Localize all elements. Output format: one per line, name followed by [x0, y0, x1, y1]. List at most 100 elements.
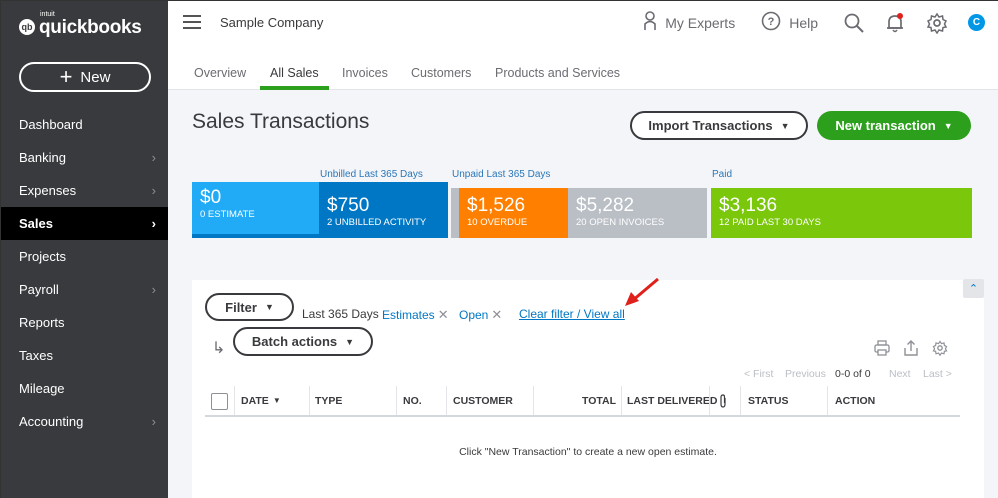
batch-actions-button[interactable]: Batch actions ▼ — [233, 327, 373, 356]
sidebar-item-accounting[interactable]: Accounting › — [1, 405, 168, 438]
filter-chip-label: Open — [459, 308, 489, 322]
pager-last[interactable]: Last > — [923, 368, 952, 380]
sidebar-item-label: Dashboard — [19, 117, 83, 132]
sidebar-item-expenses[interactable]: Expenses › — [1, 174, 168, 207]
new-button-label: New — [80, 68, 111, 86]
open-invoices-label: 20 OPEN INVOICES — [576, 216, 665, 228]
column-last-delivered[interactable]: LAST DELIVERED — [627, 386, 717, 415]
caret-down-icon: ▼ — [264, 302, 274, 312]
unbilled-tile[interactable]: $750 2 UNBILLED ACTIVITY — [319, 182, 448, 238]
overdue-tile[interactable]: $1,526 10 OVERDUE — [459, 188, 568, 238]
page-title: Sales Transactions — [192, 110, 370, 133]
sidebar-item-label: Accounting — [19, 414, 84, 429]
new-transaction-label: New transaction — [835, 118, 936, 133]
pager-previous[interactable]: Previous — [785, 368, 826, 380]
tab-bar: Overview All Sales Invoices Customers Pr… — [168, 45, 998, 90]
search-icon[interactable] — [844, 13, 864, 33]
settings-icon[interactable] — [932, 340, 948, 356]
filter-chip-estimates[interactable]: Estimates ✕ — [382, 307, 449, 323]
help-link[interactable]: ? Help — [761, 11, 818, 34]
attachment-icon — [719, 386, 727, 415]
pager-first[interactable]: < First — [744, 368, 773, 380]
new-transaction-button[interactable]: New transaction ▼ — [817, 111, 971, 140]
app-root: qb intuit quickbooks + New Dashboard Ban… — [1, 1, 998, 498]
chevron-right-icon: › — [151, 150, 156, 165]
close-icon[interactable]: ✕ — [438, 307, 449, 322]
export-icon[interactable] — [903, 340, 919, 356]
filter-button[interactable]: Filter ▼ — [205, 293, 294, 321]
sort-arrow-icon: ▼ — [272, 396, 281, 405]
my-experts-link[interactable]: My Experts — [643, 11, 735, 34]
open-invoices-amount: $5,282 — [576, 195, 635, 216]
column-total[interactable]: TOTAL — [582, 386, 616, 415]
batch-actions-label: Batch actions — [251, 334, 338, 349]
sidebar-item-reports[interactable]: Reports — [1, 306, 168, 339]
collapse-up-icon[interactable]: ⌃ — [963, 279, 984, 298]
tab-customers[interactable]: Customers — [411, 66, 471, 80]
sidebar-item-taxes[interactable]: Taxes — [1, 339, 168, 372]
qb-logo-icon: qb — [19, 19, 35, 35]
sidebar-item-projects[interactable]: Projects — [1, 240, 168, 273]
sidebar-item-label: Banking — [19, 150, 66, 165]
plus-icon: + — [59, 64, 73, 89]
sidebar-item-label: Reports — [19, 315, 65, 330]
column-no[interactable]: NO. — [403, 386, 422, 415]
empty-state-message: Click "New Transaction" to create a new … — [459, 446, 717, 458]
help-icon: ? — [761, 11, 781, 34]
column-status[interactable]: STATUS — [748, 386, 788, 415]
paid-period-label: Paid — [712, 169, 733, 180]
expert-icon — [643, 11, 657, 34]
unpaid-gap-segment — [451, 188, 459, 238]
column-customer[interactable]: CUSTOMER — [453, 386, 513, 415]
paid-tile[interactable]: $3,136 12 PAID LAST 30 DAYS — [711, 188, 972, 238]
filter-chip-open[interactable]: Open ✕ — [459, 307, 502, 323]
gear-icon[interactable] — [926, 12, 948, 34]
import-transactions-button[interactable]: Import Transactions ▼ — [630, 111, 808, 140]
sidebar-item-banking[interactable]: Banking › — [1, 141, 168, 174]
tab-products-and-services[interactable]: Products and Services — [495, 66, 620, 80]
unbilled-label: 2 UNBILLED ACTIVITY — [327, 216, 427, 228]
pager-next[interactable]: Next — [889, 368, 911, 380]
new-button[interactable]: + New — [19, 62, 151, 92]
caret-down-icon: ▼ — [943, 120, 953, 131]
sidebar-item-dashboard[interactable]: Dashboard — [1, 108, 168, 141]
clear-filter-link[interactable]: Clear filter / View all — [519, 307, 625, 321]
sidebar-item-sales[interactable]: Sales › — [1, 207, 168, 240]
close-icon[interactable]: ✕ — [491, 307, 502, 322]
company-name: Sample Company — [220, 15, 324, 30]
chevron-right-icon: › — [151, 282, 156, 297]
estimate-tile[interactable]: $0 0 ESTIMATE — [192, 182, 319, 238]
sidebar-item-label: Payroll — [19, 282, 59, 297]
column-type[interactable]: TYPE — [315, 386, 342, 415]
column-date[interactable]: DATE ▼ — [241, 386, 281, 415]
open-invoices-tile[interactable]: $5,282 20 OPEN INVOICES — [568, 188, 707, 238]
batch-return-arrow-icon: ↳ — [212, 340, 226, 357]
logo-name-text: quickbooks — [39, 17, 142, 38]
sidebar-item-label: Projects — [19, 249, 66, 264]
sidebar-item-mileage[interactable]: Mileage — [1, 372, 168, 405]
select-all-checkbox[interactable] — [211, 393, 228, 410]
chevron-right-icon: › — [151, 414, 156, 429]
sidebar: qb intuit quickbooks + New Dashboard Ban… — [1, 1, 168, 498]
tab-all-sales[interactable]: All Sales — [270, 66, 319, 80]
sidebar-item-payroll[interactable]: Payroll › — [1, 273, 168, 306]
tab-invoices[interactable]: Invoices — [342, 66, 388, 80]
table-header: DATE ▼ TYPE NO. CUSTOMER TOTAL LAST DELI… — [205, 386, 960, 417]
column-label: DATE — [241, 394, 269, 407]
notification-bell-icon[interactable] — [884, 12, 906, 34]
help-label: Help — [789, 14, 818, 31]
unbilled-period-label: Unbilled Last 365 Days — [320, 169, 423, 180]
caret-down-icon: ▼ — [345, 336, 355, 347]
tab-overview[interactable]: Overview — [194, 66, 246, 80]
hamburger-icon[interactable] — [183, 15, 201, 29]
svg-text:?: ? — [768, 16, 775, 28]
avatar[interactable]: C — [968, 14, 985, 31]
my-experts-label: My Experts — [665, 14, 736, 31]
sidebar-nav: Dashboard Banking › Expenses › Sales › Proj… — [1, 108, 168, 438]
print-icon[interactable] — [874, 340, 890, 356]
sidebar-item-label: Sales — [19, 216, 53, 231]
filter-label: Filter — [225, 299, 257, 315]
paid-amount: $3,136 — [719, 195, 778, 216]
overdue-amount: $1,526 — [467, 195, 526, 216]
quickbooks-logo[interactable]: qb intuit quickbooks — [19, 11, 142, 37]
